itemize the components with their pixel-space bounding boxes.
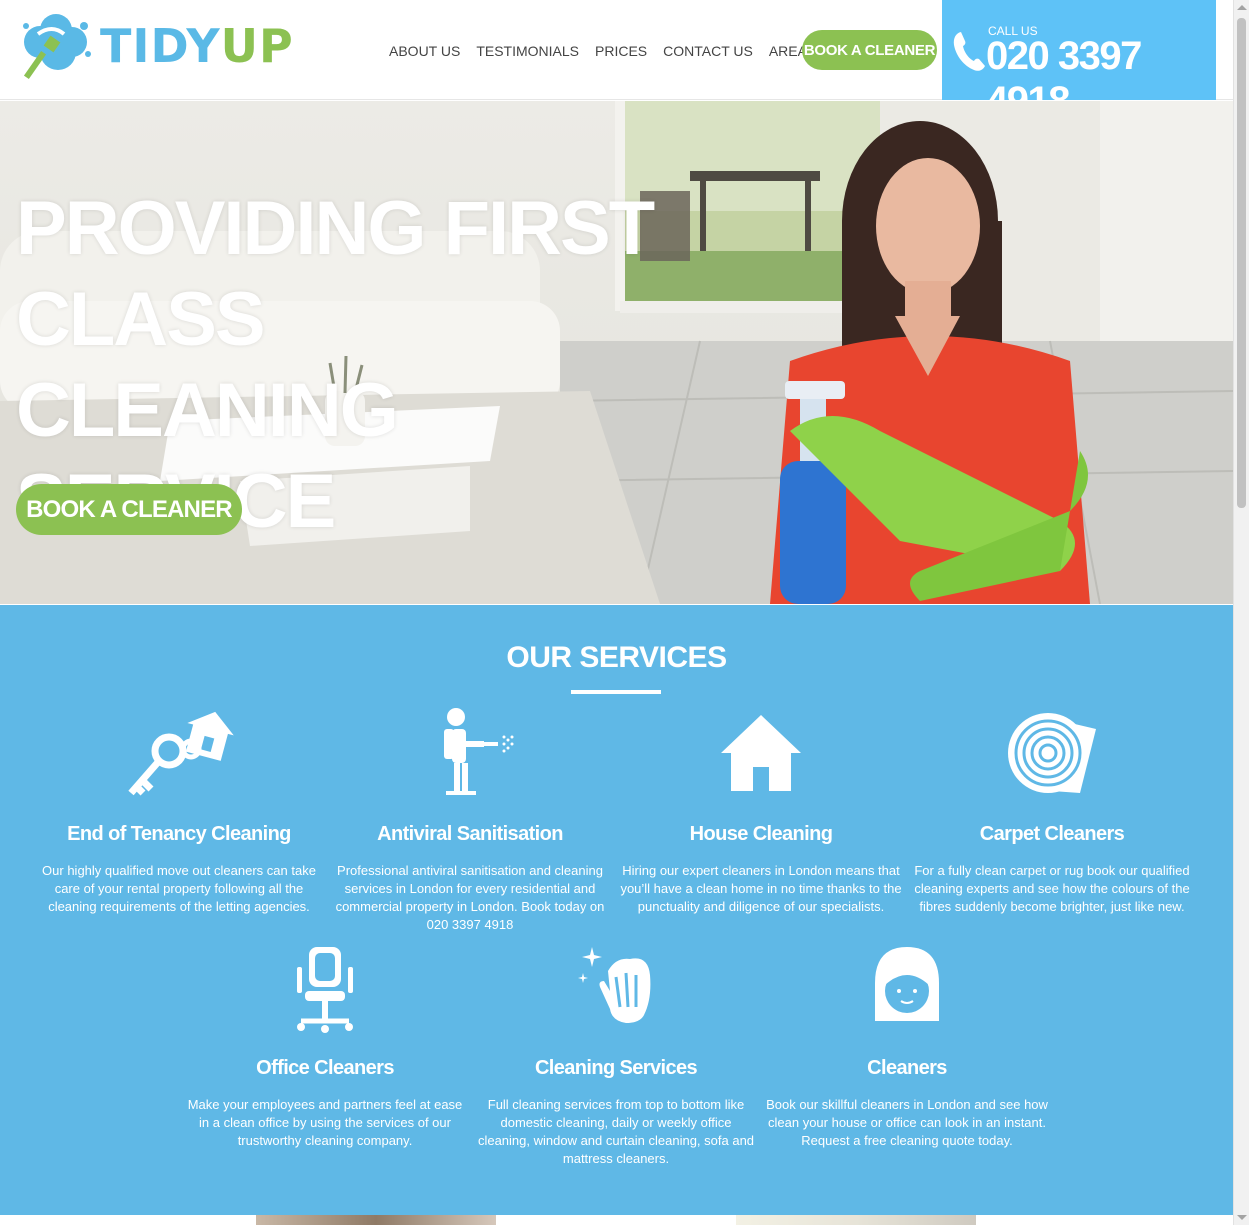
logo-text-tidy: TIDY: [100, 19, 221, 73]
service-description: For a fully clean carpet or rug book our…: [914, 863, 1190, 914]
scroll-down-arrow-icon[interactable]: [1237, 1215, 1247, 1220]
header-book-cleaner-button[interactable]: BOOK A CLEANER: [802, 30, 937, 70]
nav-testimonials[interactable]: TESTIMONIALS: [468, 40, 587, 62]
hero-book-cleaner-button[interactable]: BOOK A CLEANER: [16, 484, 242, 535]
next-section-edge: [0, 1215, 1233, 1225]
service-description: Hiring our expert cleaners in London mea…: [620, 863, 902, 914]
site-logo[interactable]: TIDYUP: [18, 12, 294, 80]
service-description: Full cleaning services from top to botto…: [477, 1097, 755, 1166]
services-title-divider: [571, 690, 661, 694]
testimonial-photo-partial: [256, 1215, 496, 1225]
service-title: Carpet Cleaners: [979, 823, 1125, 845]
logo-text-up: UP: [220, 19, 294, 73]
service-title: Office Cleaners: [256, 1057, 394, 1079]
service-cleaning-services[interactable]: Cleaning Services Full cleaning services…: [471, 941, 761, 1168]
service-description: Book our skillful cleaners in London and…: [766, 1097, 1048, 1148]
gallery-photo-partial: [736, 1215, 976, 1225]
service-antiviral-sanitisation[interactable]: Antiviral Sanitisation Professional anti…: [325, 707, 615, 934]
office-chair-icon: [297, 947, 353, 1033]
service-description: Professional antiviral sanitisation and …: [335, 863, 605, 932]
service-title: Cleaning Services: [534, 1057, 698, 1079]
service-title: House Cleaning: [689, 823, 833, 845]
services-section: OUR SERVICES End of Tenancy Cleaning Our…: [0, 605, 1233, 1215]
page-scrollbar[interactable]: [1233, 0, 1249, 1225]
service-carpet-cleaners[interactable]: Carpet Cleaners For a fully clean carpet…: [907, 707, 1197, 916]
main-nav: ABOUT US TESTIMONIALS PRICES CONTACT US …: [381, 40, 824, 62]
scrollbar-thumb[interactable]: [1237, 18, 1246, 508]
call-us-box[interactable]: CALL US 020 3397 4918: [942, 0, 1216, 123]
services-title: OUR SERVICES: [506, 641, 727, 674]
nav-about-us[interactable]: ABOUT US: [381, 40, 468, 62]
service-description: Make your employees and partners feel at…: [187, 1097, 463, 1148]
scroll-up-arrow-icon[interactable]: [1237, 5, 1247, 10]
keys-house-icon: [128, 711, 234, 796]
phone-icon: [953, 32, 985, 71]
service-cleaners[interactable]: Cleaners Book our skillful cleaners in L…: [762, 941, 1052, 1150]
hero-banner: PROVIDING FIRST CLASS CLEANING SERVICE B…: [0, 101, 1233, 604]
service-title: Antiviral Sanitisation: [377, 823, 563, 845]
cleaning-glove-icon: [578, 947, 651, 1023]
service-description: Our highly qualified move out cleaners c…: [42, 863, 316, 914]
service-title: End of Tenancy Cleaning: [67, 823, 291, 845]
service-house-cleaning[interactable]: House Cleaning Hiring our expert cleaner…: [616, 707, 906, 916]
nav-prices[interactable]: PRICES: [587, 40, 655, 62]
service-end-of-tenancy[interactable]: End of Tenancy Cleaning Our highly quali…: [34, 707, 324, 916]
service-office-cleaners[interactable]: Office Cleaners Make your employees and …: [180, 941, 470, 1150]
house-icon: [721, 715, 801, 791]
service-title: Cleaners: [867, 1057, 947, 1079]
sanitiser-sprayer-icon: [444, 708, 514, 795]
cleaner-woman-icon: [875, 947, 939, 1021]
logo-squeegee-icon: [23, 14, 91, 80]
carpet-roll-icon: [1008, 713, 1096, 793]
nav-contact-us[interactable]: CONTACT US: [655, 40, 761, 62]
